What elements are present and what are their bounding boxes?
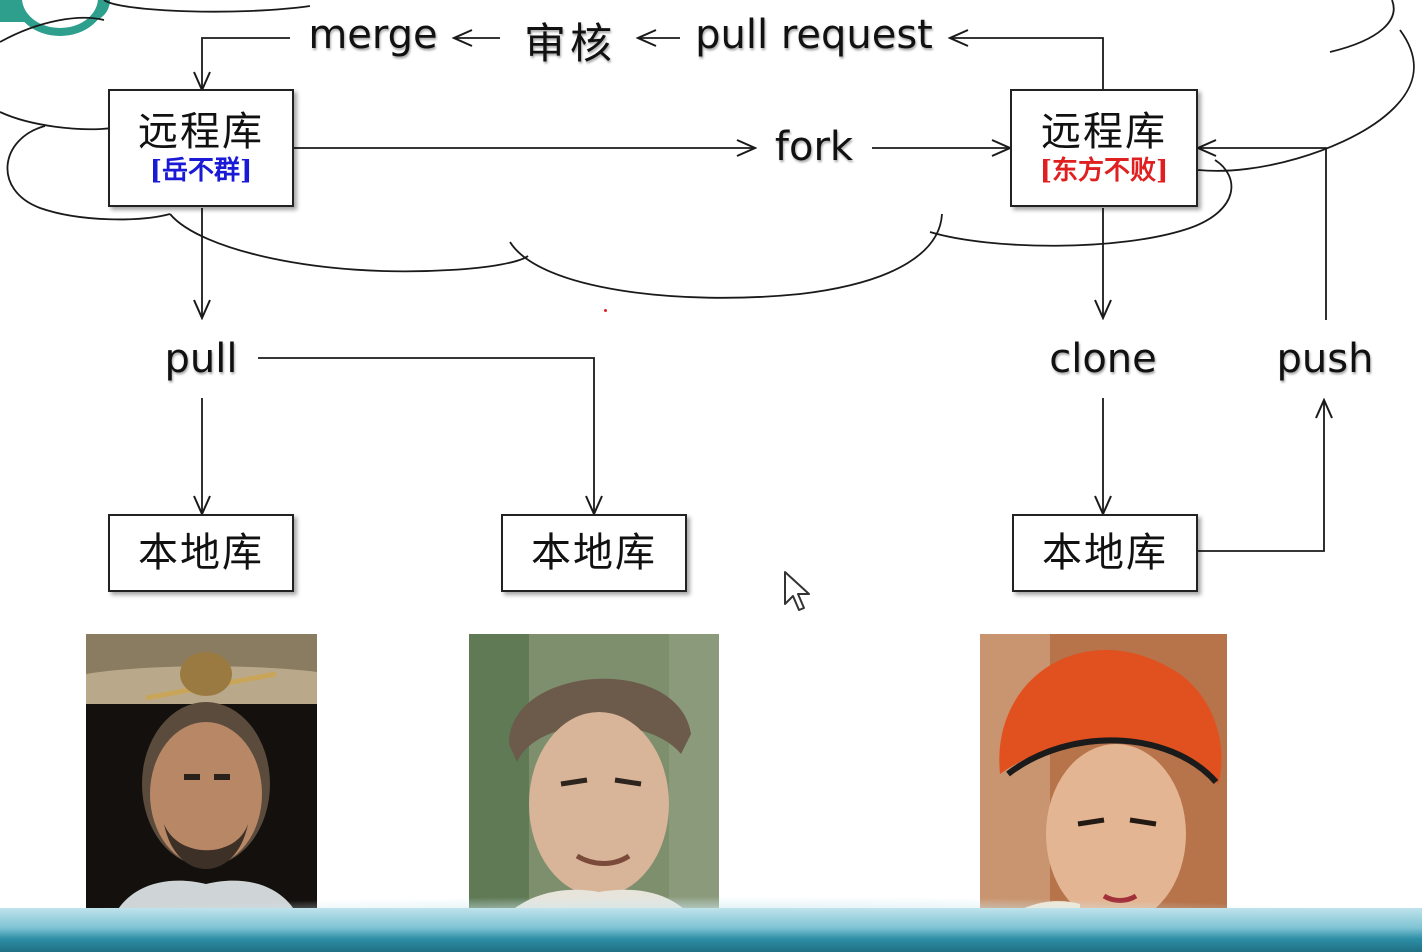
label-pull-request: pull request [695,12,933,58]
local-repo-middle: 本地库 [501,514,687,592]
local-repo-title: 本地库 [138,530,264,576]
local-repo-title: 本地库 [531,530,657,576]
portrait-woman-red-hat-icon [980,634,1227,940]
remote-repo-dongfang-bubai: 远程库 [东方不败] [1010,89,1198,207]
local-repo-left: 本地库 [108,514,294,592]
arrow-pull-request [950,38,1104,90]
mouse-pointer-icon [784,571,810,611]
arrow-pull-middle [258,357,594,514]
bottom-strip-decoration [0,908,1422,952]
label-push: push [1276,336,1374,382]
portrait-young-man-looking-up-icon [469,634,719,940]
remote-repo-title: 远程库 [1041,109,1167,155]
portrait-elder-man-with-beard-icon [86,634,317,940]
local-repo-right: 本地库 [1012,514,1198,592]
label-pull: pull [164,336,238,382]
local-repo-title: 本地库 [1042,530,1168,576]
remote-repo-owner: [岳不群] [149,156,253,186]
label-fork: fork [774,124,854,170]
remote-repo-yue-buqun: 远程库 [岳不群] [108,89,294,207]
arrow-to-push [1196,400,1324,552]
red-dot-marker [604,309,607,312]
remote-repo-title: 远程库 [138,109,264,155]
label-merge: merge [308,12,438,58]
label-clone: clone [1049,336,1157,382]
arrow-merge [202,37,290,90]
arrow-push [1198,148,1327,320]
git-collaboration-diagram: merge 审核 pull request fork pull clone pu… [0,0,1422,952]
label-review: 审核 [523,19,617,68]
remote-repo-owner: [东方不败] [1039,156,1169,186]
